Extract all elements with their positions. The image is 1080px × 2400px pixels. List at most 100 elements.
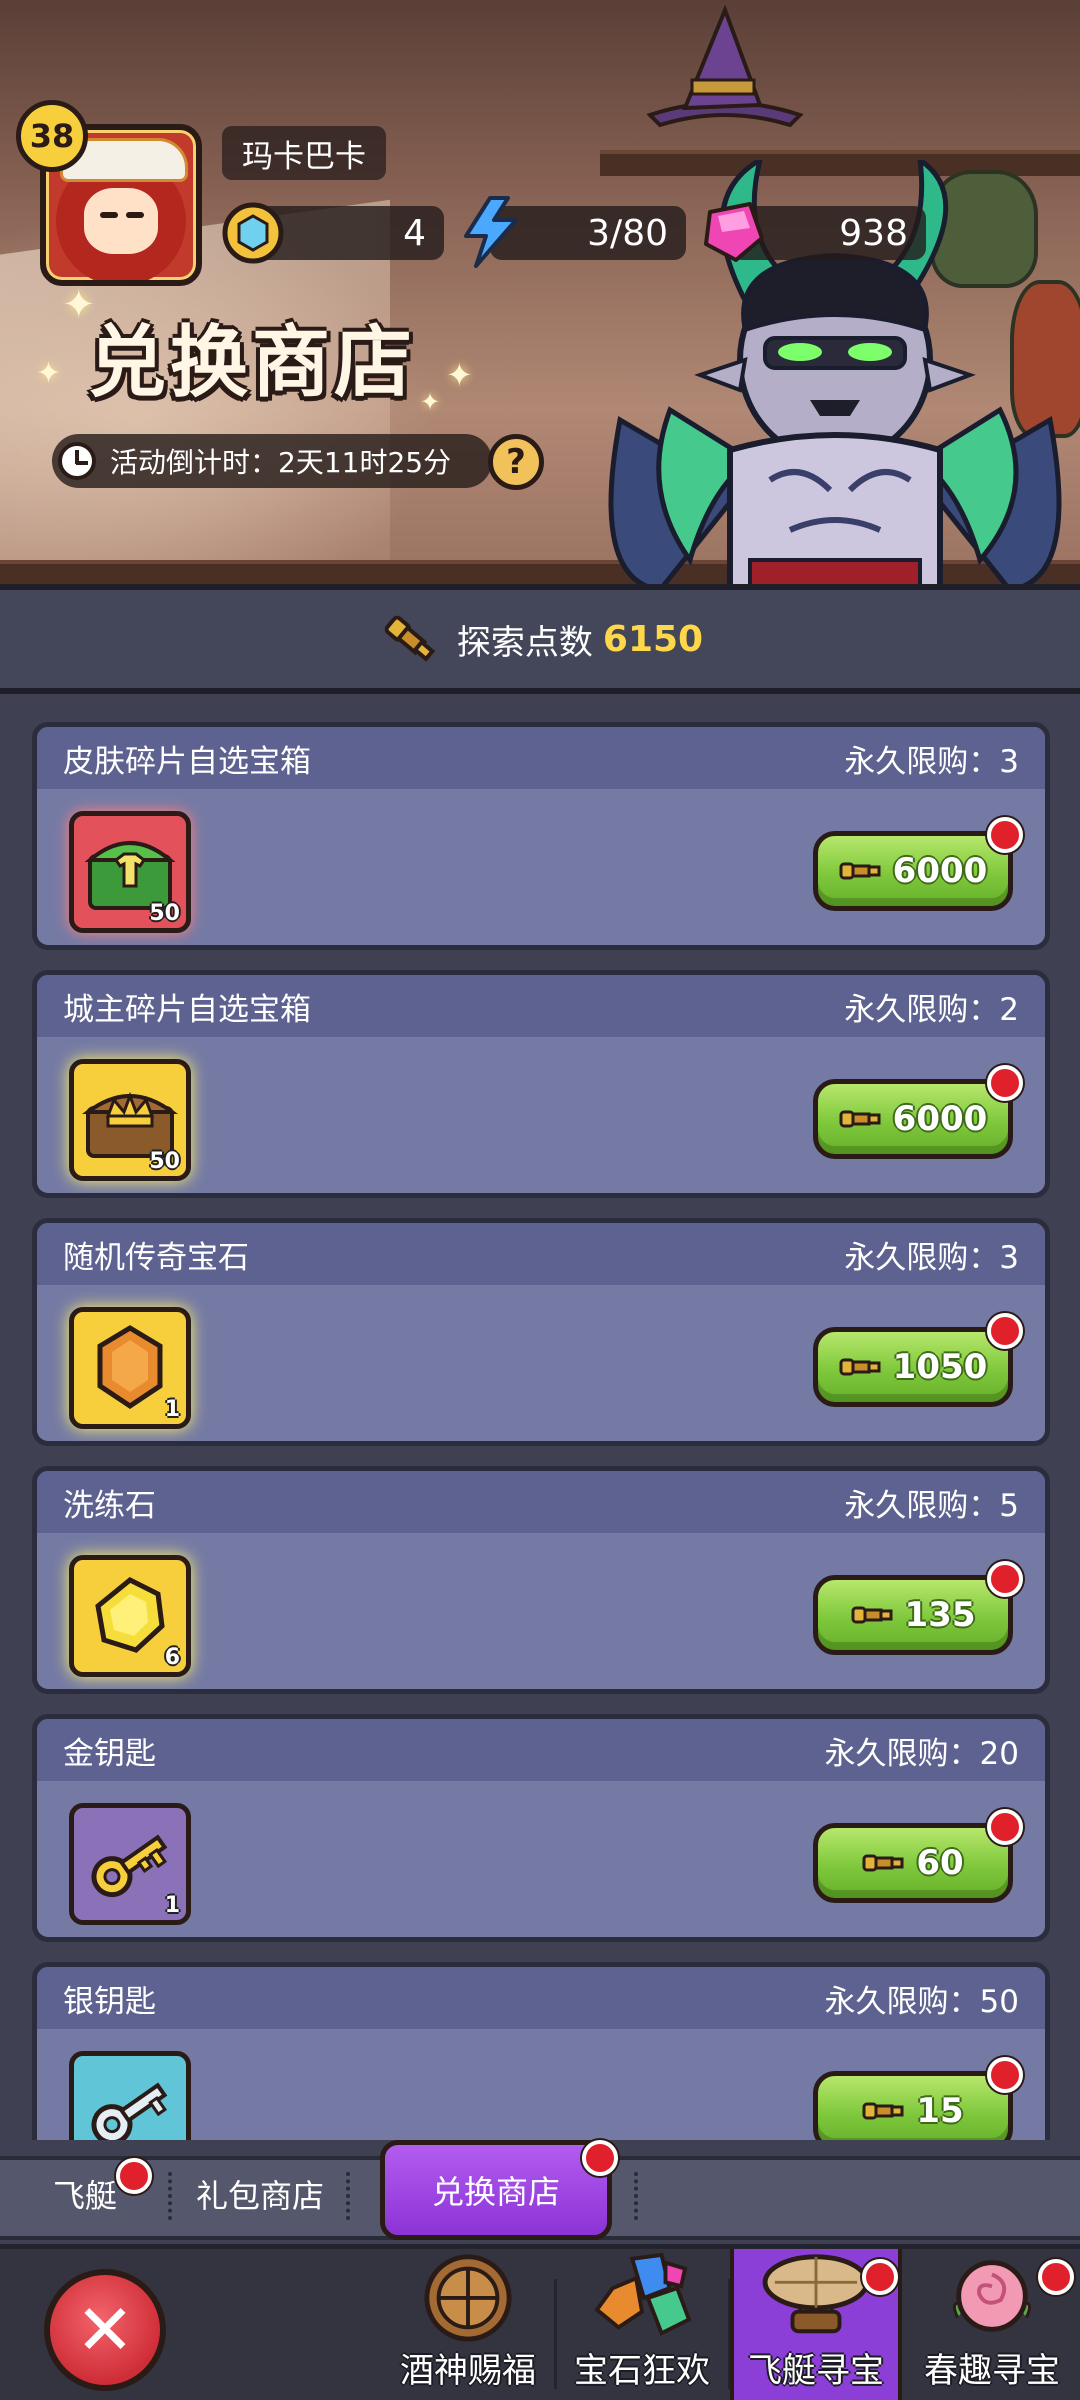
points-value: 6150: [602, 618, 704, 660]
purchase-limit: 永久限购：20: [824, 1735, 1019, 1772]
shop-item-card: 银钥匙 永久限购：50 15: [32, 1962, 1050, 2140]
shop-item-list[interactable]: 皮肤碎片自选宝箱 永久限购：3 50 6000 城主碎片自选宝箱 永久限购：2: [0, 700, 1080, 2140]
question-icon: ?: [506, 442, 526, 482]
gems-pile-icon: [594, 2252, 692, 2336]
buy-price: 135: [904, 1595, 976, 1635]
buy-button[interactable]: 1050: [813, 1327, 1013, 1407]
sparkle-decoration: ✦: [420, 388, 441, 416]
sparkle-decoration: ✦: [446, 356, 473, 394]
purchase-limit: 永久限购：5: [844, 1487, 1019, 1524]
nav-gem-carnival[interactable]: 宝石狂欢: [556, 2249, 728, 2400]
energy-count: 3/80: [587, 212, 668, 254]
wine-barrel-icon: [424, 2254, 512, 2342]
tab-label: 兑换商店: [431, 2173, 560, 2211]
spyglass-icon: [839, 1110, 881, 1128]
item-quantity: 50: [149, 901, 180, 926]
notification-dot: [987, 1313, 1023, 1349]
wizard-hat-decoration: [646, 4, 804, 128]
shop-banner: 38 玛卡巴卡 4 3/80 938 兑换商店 ✦ ✦ ✦ ✦ 活动倒计时：2天…: [0, 0, 1080, 584]
notification-dot: [862, 2259, 898, 2295]
buy-price: 15: [916, 2091, 964, 2131]
nav-label: 宝石狂欢: [574, 2351, 710, 2391]
coin-count: 4: [403, 212, 426, 254]
notification-dot: [116, 2158, 152, 2194]
notification-dot: [1038, 2259, 1074, 2295]
notification-dot: [987, 2057, 1023, 2093]
spyglass-icon: [384, 615, 436, 662]
buy-price: 1050: [892, 1347, 988, 1387]
buy-button[interactable]: 60: [813, 1823, 1013, 1903]
purchase-limit: 永久限购：3: [844, 1239, 1019, 1276]
page-title: 兑换商店: [88, 317, 417, 408]
shop-item-card: 城主碎片自选宝箱 永久限购：2 50 6000: [32, 970, 1050, 1198]
player-level-badge: 38: [16, 100, 88, 172]
buy-button[interactable]: 15: [813, 2071, 1013, 2140]
buy-button[interactable]: 6000: [813, 1079, 1013, 1159]
shop-item-card: 洗练石 永久限购：5 6 135: [32, 1466, 1050, 1694]
shop-item-card: 皮肤碎片自选宝箱 永久限购：3 50 6000: [32, 722, 1050, 950]
pink-gem-icon: [704, 202, 764, 262]
nav-label: 飞艇寻宝: [748, 2351, 884, 2391]
item-name: 随机传奇宝石: [63, 1239, 249, 1276]
item-quantity: 1: [164, 1893, 180, 1918]
buy-price: 60: [916, 1843, 964, 1883]
item-quantity: 6: [164, 1645, 180, 1670]
gem-count: 938: [839, 212, 908, 254]
item-name: 金钥匙: [63, 1735, 156, 1772]
nav-bacchus-blessing[interactable]: 酒神赐福: [382, 2249, 554, 2400]
clock-icon: [58, 442, 96, 480]
help-button[interactable]: ?: [488, 434, 544, 490]
countdown-text: 活动倒计时：2天11时25分: [110, 446, 452, 479]
buy-price: 6000: [892, 1099, 988, 1139]
nav-label: 春趣寻宝: [924, 2351, 1060, 2391]
notification-dot: [987, 1561, 1023, 1597]
purchase-limit: 永久限购：50: [824, 1983, 1019, 2020]
gold-key-icon[interactable]: 1: [69, 1803, 191, 1925]
notification-dot: [582, 2140, 618, 2176]
item-quantity: 50: [149, 1149, 180, 1174]
coin-icon: [222, 202, 284, 264]
spyglass-icon: [839, 1358, 881, 1376]
sparkle-decoration: ✦: [62, 282, 96, 328]
spyglass-icon: [839, 862, 881, 880]
close-icon: ✕: [75, 2289, 135, 2371]
orange-gem-icon[interactable]: 1: [69, 1307, 191, 1429]
skin-chest-icon[interactable]: 50: [69, 811, 191, 933]
points-label: 探索点数: [456, 622, 593, 663]
event-countdown: 活动倒计时：2天11时25分: [52, 434, 492, 488]
buy-button[interactable]: 6000: [813, 831, 1013, 911]
item-name: 皮肤碎片自选宝箱: [63, 743, 311, 780]
close-button[interactable]: ✕: [44, 2269, 166, 2391]
notification-dot: [987, 1809, 1023, 1845]
rose-icon: [953, 2260, 1031, 2332]
nav-label: 酒神赐福: [400, 2351, 536, 2391]
shop-tabs: 飞艇 礼包商店 兑换商店: [0, 2140, 1080, 2244]
yellow-stone-icon[interactable]: 6: [69, 1555, 191, 1677]
bottom-navigation: ✕ 酒神赐福 宝石狂欢 飞艇寻宝 春趣寻宝: [0, 2244, 1080, 2400]
item-name: 银钥匙: [63, 1983, 156, 2020]
item-name: 城主碎片自选宝箱: [63, 991, 311, 1028]
notification-dot: [987, 1065, 1023, 1101]
spyglass-icon: [862, 2102, 904, 2120]
crown-chest-icon[interactable]: 50: [69, 1059, 191, 1181]
shop-item-card: 金钥匙 永久限购：20 1 60: [32, 1714, 1050, 1942]
exploration-points-bar: 探索点数 6150: [0, 584, 1080, 694]
item-name: 洗练石: [63, 1487, 156, 1524]
tab-label: 礼包商店: [195, 2177, 324, 2215]
spyglass-icon: [851, 1606, 892, 1624]
player-name: 玛卡巴卡: [222, 126, 386, 180]
shop-item-card: 随机传奇宝石 永久限购：3 1 1050: [32, 1218, 1050, 1446]
airship-icon: [762, 2254, 870, 2334]
notification-dot: [987, 817, 1023, 853]
spyglass-icon: [862, 1854, 904, 1872]
item-quantity: 1: [164, 1397, 180, 1422]
buy-button[interactable]: 135: [813, 1575, 1013, 1655]
energy-lightning-icon: [464, 196, 518, 268]
purchase-limit: 永久限购：2: [844, 991, 1019, 1028]
purchase-limit: 永久限购：3: [844, 743, 1019, 780]
tab-gift-shop[interactable]: 礼包商店: [180, 2156, 340, 2232]
tab-exchange-shop[interactable]: 兑换商店: [380, 2140, 612, 2240]
tab-label: 飞艇: [52, 2177, 117, 2215]
silver-key-icon[interactable]: [69, 2051, 191, 2140]
sparkle-decoration: ✦: [36, 356, 62, 391]
